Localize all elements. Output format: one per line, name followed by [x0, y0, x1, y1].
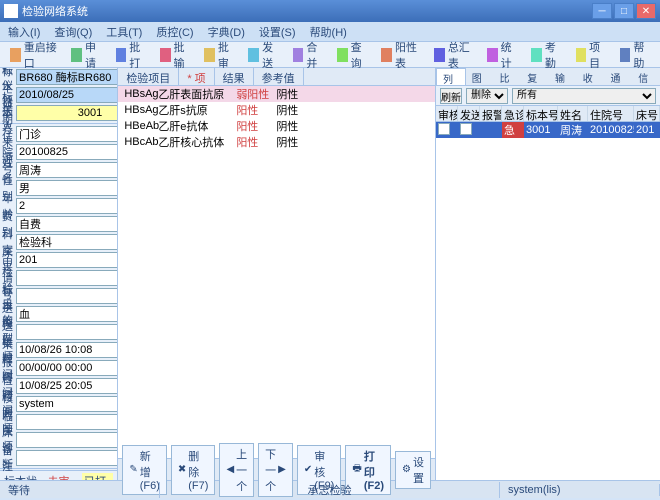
- grid-row[interactable]: 急 3001 周涛 20100825 201: [436, 122, 660, 138]
- filter-select[interactable]: 所有: [512, 88, 656, 104]
- minimize-button[interactable]: ─: [592, 3, 612, 19]
- sex-field[interactable]: [16, 180, 118, 196]
- tab-comm[interactable]: 通讯: [605, 68, 633, 85]
- right-panel: 列表 图形 比较 复查 输入 收费 通讯 信息 刷新 删除 所有 审核 发送 报…: [436, 68, 660, 480]
- grid-header: 审核 发送 报警 急诊 标本号 姓名 住院号 床号: [436, 106, 660, 122]
- hospno-field[interactable]: [16, 144, 118, 160]
- date-field[interactable]: [16, 87, 118, 103]
- source-field[interactable]: [16, 126, 118, 142]
- tab-input[interactable]: 输入: [549, 68, 577, 85]
- req-field[interactable]: [16, 270, 118, 286]
- name-field[interactable]: [16, 162, 118, 178]
- checkdoc-field[interactable]: [16, 414, 118, 430]
- app-icon: [4, 4, 18, 18]
- tab-chart[interactable]: 图形: [466, 68, 494, 85]
- test-row[interactable]: HBcAb乙肝核心抗体阳性阴性: [118, 134, 435, 150]
- instrument-select[interactable]: [16, 69, 118, 85]
- status-center: 承志检验: [160, 482, 500, 498]
- toolbar: 重启接口 申请 批打 批输 批审 发送 合并 查询 阳性表 总汇表 统计 考勤 …: [0, 42, 660, 68]
- test-row[interactable]: HBsAg乙肝s抗原阳性阴性: [118, 102, 435, 118]
- center-panel: 检验项目 * 项 结果 参考值 HBsAg乙肝表面抗原弱阳性阴性HBsAg乙肝s…: [118, 68, 436, 480]
- age-field[interactable]: [16, 198, 118, 214]
- status-left: 等待: [0, 482, 160, 498]
- close-button[interactable]: ✕: [636, 3, 656, 19]
- bed-field[interactable]: [16, 252, 118, 268]
- purpose-field[interactable]: [16, 288, 118, 304]
- test-row[interactable]: HBsAg乙肝表面抗原弱阳性阴性: [118, 86, 435, 102]
- diag-field[interactable]: [16, 432, 118, 448]
- type-field[interactable]: [16, 306, 118, 322]
- status-printed: 已打印: [82, 473, 113, 480]
- maximize-button[interactable]: □: [614, 3, 634, 19]
- status-unreviewed: 未审核: [48, 473, 75, 480]
- note-field[interactable]: [16, 450, 118, 466]
- bottom-toolbar: ✎新增(F6) ✖删除(F7) ◀上一个 下一个▶ ✔审核(F9) 🖶打印(F2…: [118, 458, 435, 480]
- fee-field[interactable]: [16, 216, 118, 232]
- review-checkbox[interactable]: [438, 123, 450, 135]
- statusbar: 等待 承志检验 system(lis): [0, 480, 660, 498]
- sendtime-field[interactable]: [16, 342, 118, 358]
- dept-field[interactable]: [16, 234, 118, 250]
- testdoc-field[interactable]: [16, 396, 118, 412]
- left-panel: 检验仪器 标本日期▾ 标 本 号 病人来源 住院号 姓名 性别 年龄 费别 科室…: [0, 68, 118, 480]
- test-row[interactable]: HBeAb乙肝e抗体阳性阴性: [118, 118, 435, 134]
- tab-recheck[interactable]: 复查: [521, 68, 549, 85]
- send-checkbox[interactable]: [460, 123, 472, 135]
- tab-list[interactable]: 列表: [436, 68, 466, 85]
- reporttime-field[interactable]: [16, 378, 118, 394]
- titlebar: 检验网络系统 ─ □ ✕: [0, 0, 660, 22]
- tab-info[interactable]: 信息: [632, 68, 660, 85]
- window-title: 检验网络系统: [22, 3, 88, 19]
- del-select[interactable]: 删除: [466, 88, 508, 104]
- right-tabs: 列表 图形 比较 复查 输入 收费 通讯 信息: [436, 68, 660, 86]
- senddoc-field[interactable]: [16, 324, 118, 340]
- test-header: 检验项目 * 项 结果 参考值: [118, 68, 435, 86]
- status-right: system(lis): [500, 484, 660, 496]
- sampletime-field[interactable]: [16, 360, 118, 376]
- sample-no-field[interactable]: [16, 105, 118, 121]
- tab-fee[interactable]: 收费: [577, 68, 605, 85]
- tab-compare[interactable]: 比较: [494, 68, 522, 85]
- refresh-button[interactable]: 刷新: [440, 88, 462, 104]
